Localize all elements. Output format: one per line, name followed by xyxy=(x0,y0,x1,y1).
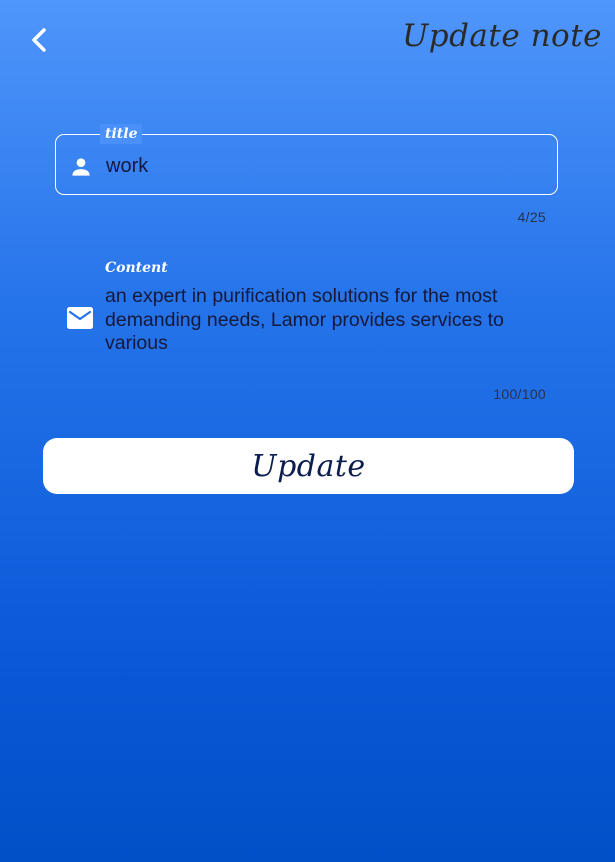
app-bar: Update note xyxy=(0,0,615,82)
title-char-counter: 4/25 xyxy=(517,209,546,225)
content-field-label: Content xyxy=(105,260,168,276)
content-input[interactable]: an expert in purification solutions for … xyxy=(105,285,545,356)
title-field[interactable]: title xyxy=(55,124,558,195)
content-char-counter: 100/100 xyxy=(493,386,546,402)
content-field[interactable]: Content an expert in purification soluti… xyxy=(55,258,558,370)
update-button-label: Update xyxy=(251,448,366,484)
mail-icon xyxy=(67,307,93,329)
title-input[interactable] xyxy=(106,153,536,179)
chevron-left-icon xyxy=(32,28,46,52)
update-button[interactable]: Update xyxy=(43,438,574,494)
title-field-label: title xyxy=(100,124,143,144)
person-icon xyxy=(72,158,90,176)
back-button[interactable] xyxy=(22,22,58,58)
page-title: Update note xyxy=(402,18,602,54)
